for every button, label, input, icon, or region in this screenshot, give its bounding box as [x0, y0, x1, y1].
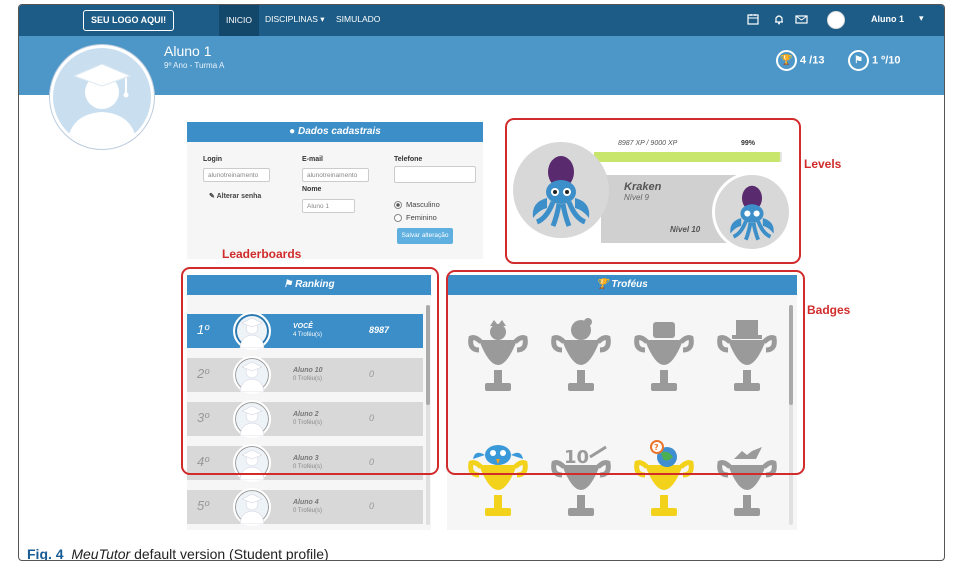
user-icon: ●	[289, 126, 298, 137]
badges-annotation-box	[446, 270, 805, 475]
trophy-icon: 🏆	[776, 50, 797, 71]
rank-score: 0	[369, 501, 375, 511]
logo-button[interactable]: SEU LOGO AQUI!	[83, 10, 175, 31]
student-class: 9º Ano - Turma A	[164, 61, 225, 70]
save-button[interactable]: Salvar alteração	[397, 228, 453, 244]
radio-selected-icon	[394, 201, 402, 210]
top-navbar: SEU LOGO AQUI! INICIO DISCIPLINAS ▾ SIMU…	[19, 5, 944, 36]
figure-caption-text: default version (Student profile)	[130, 546, 329, 561]
figure-caption-italic: MeuTutor	[71, 546, 131, 561]
radio-feminino-label: Feminino	[406, 213, 437, 222]
chevron-down-icon[interactable]: ▾	[919, 13, 924, 24]
envelope-icon[interactable]	[795, 13, 808, 29]
nav-item-simulado[interactable]: SIMULADO	[336, 14, 380, 24]
profile-header: Aluno 1 9º Ano - Turma A 🏆 4 /13 ⚑ 1 º/10	[19, 36, 944, 95]
rank-stat: ⚑ 1 º/10	[848, 50, 900, 71]
change-password-label: Alterar senha	[216, 193, 262, 200]
rank-avatar	[233, 488, 271, 526]
rank-name: Aluno 4	[293, 499, 319, 506]
radio-masculino-label: Masculino	[406, 200, 440, 209]
badges-annotation-label: Badges	[807, 303, 851, 317]
radio-unselected-icon	[394, 214, 402, 223]
radio-masculino[interactable]: Masculino	[394, 200, 440, 210]
app-window: SEU LOGO AQUI! INICIO DISCIPLINAS ▾ SIMU…	[18, 4, 945, 561]
leaderboards-annotation-box	[181, 267, 439, 475]
change-password-link[interactable]: ✎ Alterar senha	[209, 192, 261, 200]
flag-icon: ⚑	[848, 50, 869, 71]
profile-data-header: ● Dados cadastrais	[187, 122, 483, 142]
user-name-menu[interactable]: Aluno 1	[871, 14, 904, 24]
telefone-label: Telefone	[394, 156, 423, 163]
email-label: E-mail	[302, 156, 324, 163]
email-field[interactable]: alunotreinamento	[302, 168, 369, 182]
student-name: Aluno 1	[164, 43, 212, 59]
figure-number: Fig. 4	[27, 546, 64, 561]
user-avatar-small[interactable]	[827, 11, 845, 29]
bell-icon[interactable]	[773, 13, 785, 29]
ranking-row[interactable]: 5º Aluno 4 0 Troféu(s) 0	[187, 488, 423, 526]
rank-position: 5º	[197, 498, 209, 513]
radio-feminino[interactable]: Feminino	[394, 213, 437, 223]
edit-icon: ✎	[209, 193, 217, 200]
rank-stat-value: 1 º/10	[872, 54, 901, 67]
trophy-stat-value: 4 /13	[800, 54, 825, 67]
login-field[interactable]: alunotreinamento	[203, 168, 270, 182]
profile-data-title: Dados cadastrais	[298, 126, 381, 137]
levels-annotation-label: Levels	[804, 157, 842, 171]
levels-annotation-box	[505, 118, 801, 264]
leaderboards-annotation-label: Leaderboards	[222, 247, 302, 261]
nav-item-inicio[interactable]: INICIO	[219, 5, 259, 36]
nome-field[interactable]: Aluno 1	[302, 199, 355, 213]
calendar-icon[interactable]	[747, 13, 759, 29]
login-label: Login	[203, 156, 223, 163]
trophy-stat: 🏆 4 /13	[776, 50, 824, 71]
telefone-field[interactable]	[394, 166, 476, 183]
nav-item-disciplinas[interactable]: DISCIPLINAS ▾	[265, 14, 325, 25]
rank-trophy-count: 0 Troféu(s)	[293, 508, 323, 514]
figure-caption: Fig. 4 MeuTutor default version (Student…	[27, 546, 329, 561]
nome-label: Nome	[302, 186, 322, 193]
profile-avatar[interactable]	[50, 45, 154, 149]
profile-data-card: ● Dados cadastrais Login alunotreinament…	[187, 122, 483, 259]
